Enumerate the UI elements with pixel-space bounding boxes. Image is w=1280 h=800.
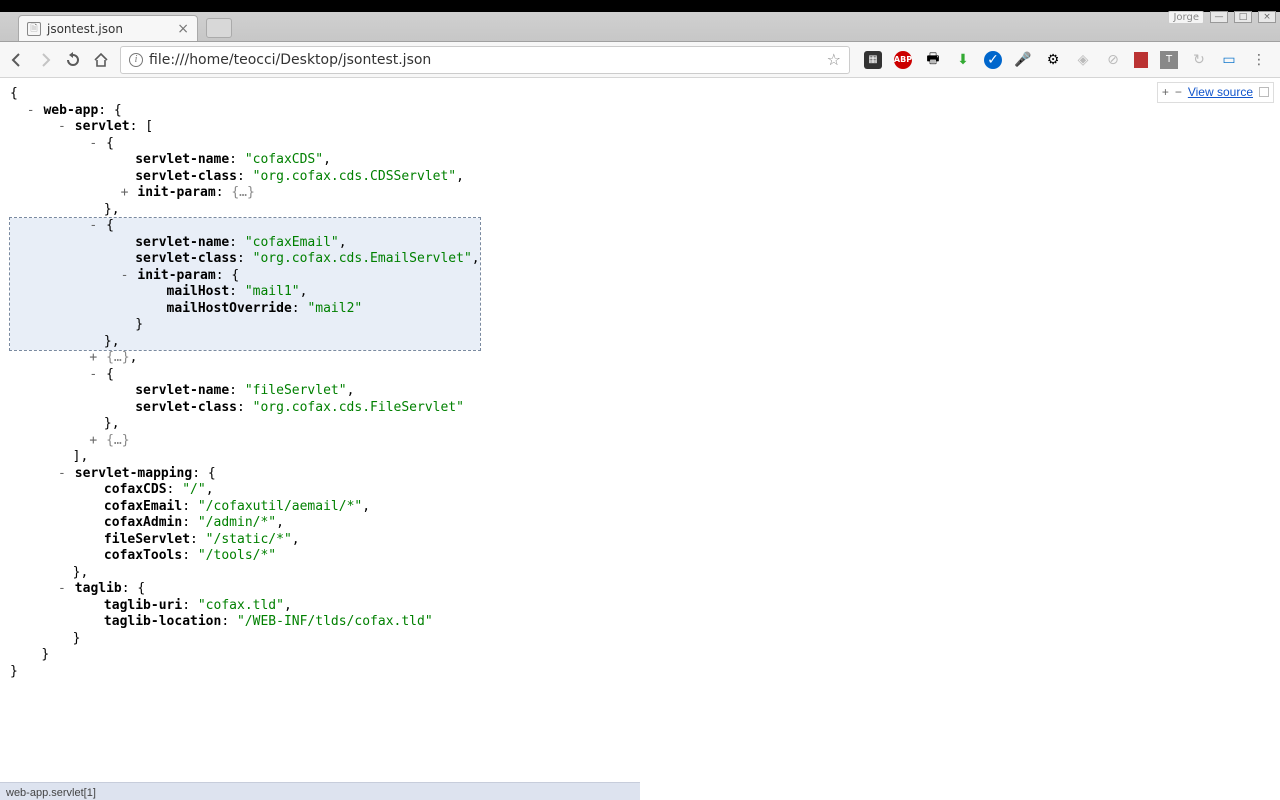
json-line: fileServlet: "/static/*", bbox=[10, 532, 1270, 549]
ext-icon-7[interactable] bbox=[1134, 52, 1148, 68]
forward-button[interactable] bbox=[36, 51, 54, 69]
json-line: { bbox=[10, 86, 1270, 103]
collapse-toggle[interactable]: - bbox=[26, 103, 36, 120]
expand-toggle[interactable]: + bbox=[120, 185, 130, 202]
ext-icon-6[interactable]: ⊘ bbox=[1104, 51, 1122, 69]
close-tab-icon[interactable]: × bbox=[177, 21, 189, 37]
json-line: - init-param: { bbox=[10, 268, 480, 285]
json-line: } bbox=[10, 664, 1270, 681]
browser-tab[interactable]: 🗎 jsontest.json × bbox=[18, 15, 198, 41]
json-line: + {…} bbox=[10, 433, 1270, 450]
json-line: servlet-name: "cofaxEmail", bbox=[10, 235, 480, 252]
abp-icon[interactable]: ABP bbox=[894, 51, 912, 69]
address-bar[interactable]: i file:///home/teocci/Desktop/jsontest.j… bbox=[120, 46, 850, 74]
info-icon[interactable]: i bbox=[129, 53, 143, 67]
json-line: servlet-name: "fileServlet", bbox=[10, 383, 1270, 400]
new-tab-button[interactable] bbox=[206, 18, 232, 38]
expand-toggle[interactable]: + bbox=[88, 350, 98, 367]
home-button[interactable] bbox=[92, 51, 110, 69]
ext-icon-4[interactable]: 🎤 bbox=[1014, 51, 1032, 69]
json-line: servlet-class: "org.cofax.cds.FileServle… bbox=[10, 400, 1270, 417]
ext-icon-1[interactable]: ▦ bbox=[864, 51, 882, 69]
json-line: - { bbox=[10, 218, 480, 235]
json-line: - taglib: { bbox=[10, 581, 1270, 598]
json-line: - { bbox=[10, 136, 1270, 153]
json-line: }, bbox=[10, 416, 1270, 433]
json-viewer: + − View source { - web-app: { - servlet… bbox=[0, 78, 1280, 800]
back-button[interactable] bbox=[8, 51, 26, 69]
close-window-button[interactable]: × bbox=[1258, 11, 1276, 23]
json-line: - web-app: { bbox=[10, 103, 1270, 120]
json-line: }, bbox=[10, 334, 480, 351]
menu-icon[interactable]: ⋮ bbox=[1250, 51, 1268, 69]
ext-icon-8[interactable]: T bbox=[1160, 51, 1178, 69]
json-line: } bbox=[10, 647, 1270, 664]
print-icon[interactable]: 🖶 bbox=[924, 51, 942, 69]
tab-strip: 🗎 jsontest.json × bbox=[0, 12, 1280, 42]
json-line: cofaxAdmin: "/admin/*", bbox=[10, 515, 1270, 532]
json-line: + init-param: {…} bbox=[10, 185, 1270, 202]
json-line: cofaxEmail: "/cofaxutil/aemail/*", bbox=[10, 499, 1270, 516]
collapse-toggle[interactable]: - bbox=[57, 581, 67, 598]
view-source-link[interactable]: View source bbox=[1188, 84, 1253, 101]
json-line: } bbox=[10, 631, 1270, 648]
view-source-toggle[interactable] bbox=[1259, 87, 1269, 97]
json-line: servlet-class: "org.cofax.cds.EmailServl… bbox=[10, 251, 480, 268]
toolbar: i file:///home/teocci/Desktop/jsontest.j… bbox=[0, 42, 1280, 78]
json-line: }, bbox=[10, 202, 1270, 219]
minimize-button[interactable]: — bbox=[1210, 11, 1228, 23]
ext-icon-10[interactable]: ▭ bbox=[1220, 51, 1238, 69]
os-topbar bbox=[0, 0, 1280, 12]
collapse-toggle[interactable]: - bbox=[88, 367, 98, 384]
json-line: ], bbox=[10, 449, 1270, 466]
window-controls: Jorge — □ × bbox=[1168, 11, 1276, 24]
collapse-all-button[interactable]: − bbox=[1175, 84, 1182, 101]
tab-title: jsontest.json bbox=[47, 22, 123, 36]
view-source-toolbar: + − View source bbox=[1157, 82, 1274, 103]
ext-icon-2[interactable]: ⬇ bbox=[954, 51, 972, 69]
status-bar: web-app.servlet[1] bbox=[0, 782, 640, 800]
json-line: + {…}, bbox=[10, 350, 1270, 367]
json-line: - { bbox=[10, 367, 1270, 384]
collapse-toggle[interactable]: - bbox=[57, 466, 67, 483]
collapse-toggle[interactable]: - bbox=[88, 218, 98, 235]
maximize-button[interactable]: □ bbox=[1234, 11, 1252, 23]
collapse-toggle[interactable]: - bbox=[88, 136, 98, 153]
json-line: taglib-uri: "cofax.tld", bbox=[10, 598, 1270, 615]
settings-gear-icon[interactable]: ⚙ bbox=[1044, 51, 1062, 69]
profile-badge[interactable]: Jorge bbox=[1168, 11, 1204, 24]
ext-icon-5[interactable]: ◈ bbox=[1074, 51, 1092, 69]
bookmark-star-icon[interactable]: ☆ bbox=[827, 50, 841, 69]
collapse-toggle[interactable]: - bbox=[120, 268, 130, 285]
json-line: mailHostOverride: "mail2" bbox=[10, 301, 480, 318]
collapse-toggle[interactable]: - bbox=[57, 119, 67, 136]
json-line: mailHost: "mail1", bbox=[10, 284, 480, 301]
json-line: cofaxTools: "/tools/*" bbox=[10, 548, 1270, 565]
highlighted-node[interactable]: - { servlet-name: "cofaxEmail", servlet-… bbox=[10, 218, 480, 350]
url-text: file:///home/teocci/Desktop/jsontest.jso… bbox=[149, 52, 431, 68]
expand-all-button[interactable]: + bbox=[1162, 84, 1169, 101]
json-line: servlet-name: "cofaxCDS", bbox=[10, 152, 1270, 169]
expand-toggle[interactable]: + bbox=[88, 433, 98, 450]
file-icon: 🗎 bbox=[27, 22, 41, 36]
json-line: - servlet: [ bbox=[10, 119, 1270, 136]
json-line: - servlet-mapping: { bbox=[10, 466, 1270, 483]
browser-window: Jorge — □ × 🗎 jsontest.json × i file:///… bbox=[0, 12, 1280, 800]
json-line: }, bbox=[10, 565, 1270, 582]
json-line: } bbox=[10, 317, 480, 334]
ext-icon-3[interactable]: ✓ bbox=[984, 51, 1002, 69]
reload-button[interactable] bbox=[64, 51, 82, 69]
json-line: servlet-class: "org.cofax.cds.CDSServlet… bbox=[10, 169, 1270, 186]
ext-icon-9[interactable]: ↻ bbox=[1190, 51, 1208, 69]
extensions-area: ▦ ABP 🖶 ⬇ ✓ 🎤 ⚙ ◈ ⊘ T ↻ ▭ ⋮ bbox=[860, 51, 1272, 69]
json-line: cofaxCDS: "/", bbox=[10, 482, 1270, 499]
json-line: taglib-location: "/WEB-INF/tlds/cofax.tl… bbox=[10, 614, 1270, 631]
